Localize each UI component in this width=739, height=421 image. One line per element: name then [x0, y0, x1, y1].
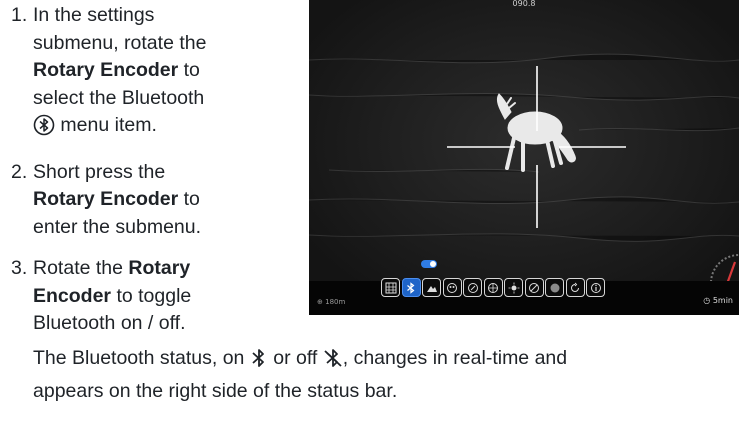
step-line: submenu, rotate the [33, 31, 207, 54]
rotary-encoder-term: Rotary [128, 257, 191, 279]
step-line: menu item. [33, 112, 290, 145]
step-text: Rotate the [33, 257, 129, 279]
bluetooth-icon[interactable] [401, 278, 421, 297]
bluetooth-off-icon [323, 347, 343, 378]
step-2: 2. Short press the Rotary Encoder to ent… [0, 159, 290, 242]
color-icon[interactable] [545, 278, 564, 297]
note-text: , changes in real-time and [342, 347, 568, 369]
image-grid-icon[interactable] [381, 278, 400, 297]
step-line: Rotary Encoder to [33, 57, 290, 85]
menu-strip [381, 278, 605, 297]
range-value: 180m [325, 298, 346, 306]
refresh-icon[interactable] [565, 278, 585, 297]
timer-value: 5min [712, 296, 733, 305]
step-line: Rotary Encoder to [33, 186, 290, 214]
step-line: Short press the [33, 160, 166, 183]
step-line: Encoder to toggle [33, 283, 290, 311]
mountain-icon[interactable] [422, 278, 441, 297]
timer-readout: ◷ 5min [703, 296, 733, 306]
step-text: to toggle [111, 284, 192, 307]
rotary-encoder-term: Rotary Encoder [33, 59, 179, 81]
step-text: to [178, 59, 200, 81]
step-number: 2. [11, 160, 28, 183]
status-note-line: The Bluetooth status, on or off , change… [33, 345, 733, 378]
step-line: Rotate the Rotary [33, 255, 290, 283]
step-line: In the settings [33, 4, 155, 26]
rotary-encoder-term: Encoder [33, 284, 112, 307]
step-text: to [178, 188, 200, 210]
palette-icon[interactable] [442, 278, 462, 297]
clock-icon: ◷ [703, 296, 711, 305]
slash-icon[interactable] [524, 278, 544, 297]
step-number: 3. [11, 257, 28, 279]
step-3: 3. Rotate the Rotary Encoder to toggle B… [0, 255, 290, 338]
note-text: or off [267, 347, 323, 369]
rotary-encoder-term: Rotary Encoder [33, 188, 179, 210]
step-line: enter the submenu. [33, 215, 202, 238]
bluetooth-on-icon [250, 347, 268, 378]
info-icon[interactable] [586, 278, 605, 297]
bluetooth-circle-icon [33, 114, 55, 145]
step-1: 1. In the settings submenu, rotate the R… [0, 2, 290, 145]
step-line: Bluetooth on / off. [33, 312, 186, 334]
instruction-steps: 1. In the settings submenu, rotate the R… [0, 2, 290, 352]
step-number: 1. [11, 4, 28, 26]
status-note-line: appears on the right side of the status … [33, 379, 398, 402]
target-icon: ⊕ [317, 298, 323, 306]
status-note: The Bluetooth status, on or off , change… [33, 345, 733, 405]
compass-icon[interactable] [463, 278, 482, 297]
bluetooth-toggle[interactable] [421, 260, 437, 268]
crosshair-icon[interactable] [483, 278, 503, 297]
heading-readout: 090.8 [512, 0, 536, 8]
thermal-scene [309, 0, 739, 315]
note-text: The Bluetooth status, on [33, 347, 250, 369]
scope-screen: 090.8 ▭▭▭ ⊕ 180m ◷ 5min [309, 0, 739, 315]
sun-icon[interactable] [504, 278, 523, 297]
step-line: select the Bluetooth [33, 86, 205, 109]
step-text: menu item. [55, 114, 157, 136]
range-readout: ⊕ 180m [317, 297, 345, 307]
